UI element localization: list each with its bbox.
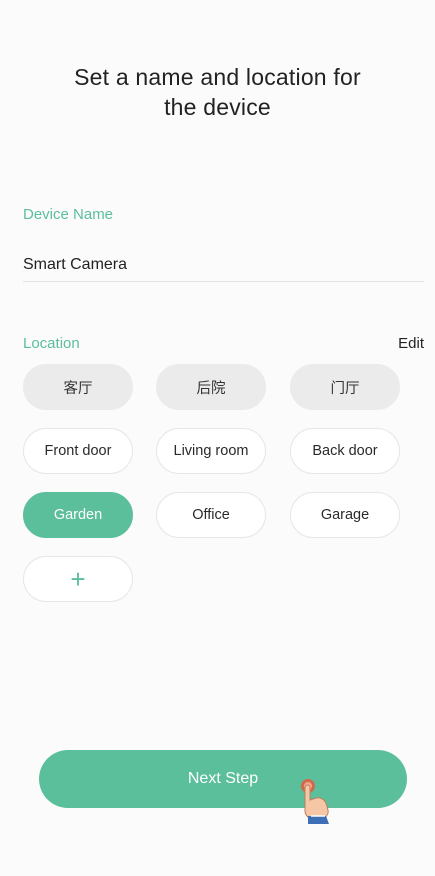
location-chip-office[interactable]: Office [156,492,266,538]
page-title-line-1: Set a name and location for [74,64,361,90]
page-title: Set a name and location for the device [0,62,435,122]
add-location-button[interactable]: + [23,556,133,602]
location-chip-front-door[interactable]: Front door [23,428,133,474]
page-title-line-2: the device [164,94,271,120]
location-label: Location [23,335,80,352]
location-chip-living-room[interactable]: Living room [156,428,266,474]
plus-icon: + [70,564,86,594]
pointing-hand-icon [301,779,329,824]
location-chip-keting[interactable]: 客厅 [23,364,133,410]
location-chip-garden[interactable]: Garden [23,492,133,538]
next-step-label: Next Step [187,770,259,787]
location-chip-houyuan[interactable]: 后院 [156,364,266,410]
edit-button[interactable]: Edit [398,335,424,352]
location-chip-back-door[interactable]: Back door [290,428,400,474]
next-step-button[interactable]: Next Step [39,750,407,808]
location-chip-garage[interactable]: Garage [290,492,400,538]
device-name-underline [23,281,424,282]
device-name-input[interactable]: Smart Camera [23,256,127,274]
location-chip-menting[interactable]: 门厅 [290,364,400,410]
device-name-label: Device Name [23,206,114,223]
